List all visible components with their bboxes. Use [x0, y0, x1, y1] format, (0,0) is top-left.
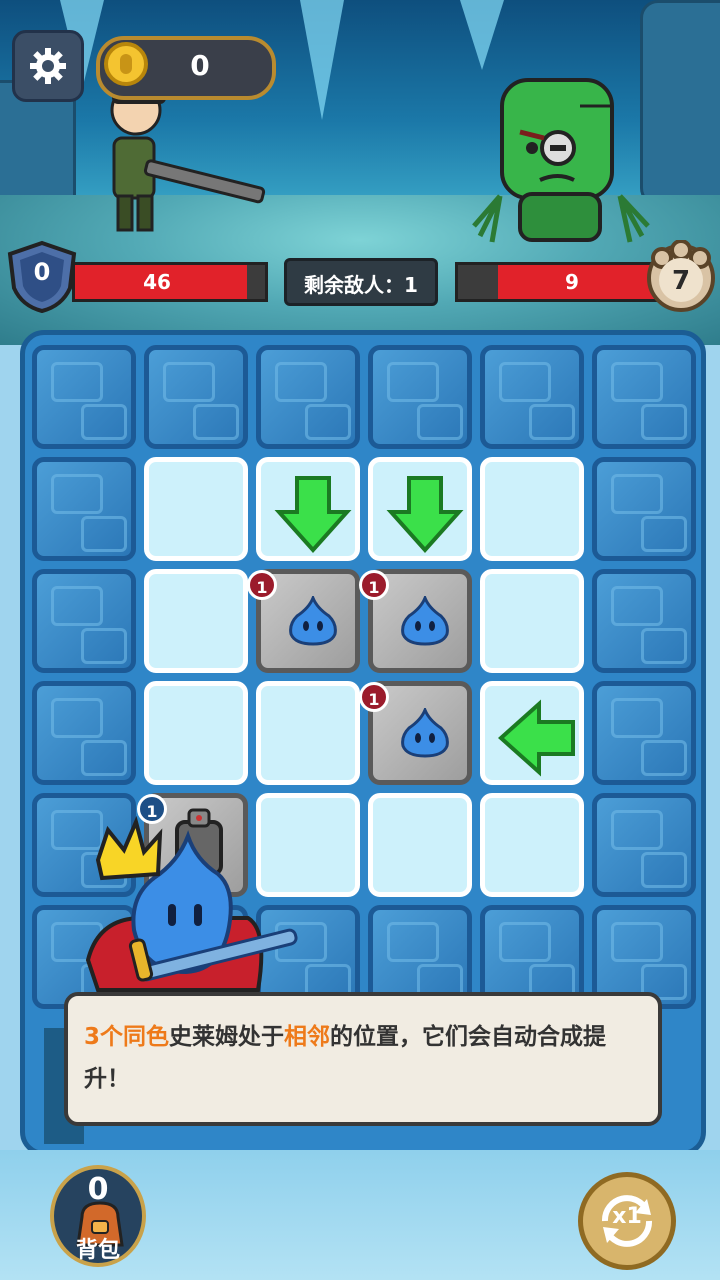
board-cell-open[interactable]	[480, 569, 584, 673]
board-cell-blocked	[32, 681, 136, 785]
slime-icon	[289, 596, 337, 646]
board-cell-open[interactable]	[256, 457, 360, 561]
bag-count: 0	[87, 1172, 109, 1207]
board-cell-blocked	[592, 681, 696, 785]
speed-label: x1	[612, 1204, 642, 1229]
stalactite	[460, 0, 504, 70]
board-cell-open[interactable]	[144, 681, 248, 785]
board-cell-open[interactable]	[480, 457, 584, 561]
slime-level-badge: 1	[359, 570, 389, 600]
board-cell-open[interactable]	[368, 457, 472, 561]
board-cell-blocked	[32, 569, 136, 673]
enemy-zombie	[472, 78, 650, 243]
board-cell-blocked	[592, 793, 696, 897]
coin-value: 0	[190, 49, 210, 82]
board-cell-open[interactable]	[368, 793, 472, 897]
board-cell-open[interactable]	[480, 681, 584, 785]
tutorial-text: 3个同色史莱姆处于相邻的位置，它们会自动合成提升！	[84, 1016, 644, 1100]
board-cell-blocked	[592, 569, 696, 673]
board-cell-open[interactable]	[144, 569, 248, 673]
board-cell-open[interactable]	[256, 681, 360, 785]
slime-level-badge: 1	[247, 570, 277, 600]
board-cell-blocked	[32, 345, 136, 449]
board-cell-blocked	[592, 345, 696, 449]
slime-icon	[401, 596, 449, 646]
plain-text: 史莱姆处于	[169, 1024, 285, 1050]
settings-button[interactable]	[12, 30, 84, 102]
board-cell-open[interactable]	[144, 457, 248, 561]
stalactite	[300, 0, 344, 120]
arrow-down-icon	[386, 476, 464, 553]
player-soldier	[110, 88, 266, 232]
board-cell-blocked	[144, 345, 248, 449]
shield-value: 0	[33, 258, 51, 286]
king-slime-mascot	[85, 815, 298, 992]
board-cell-blocked	[368, 345, 472, 449]
board-cell-blocked	[32, 457, 136, 561]
enemy-level: 7	[671, 266, 691, 296]
player-hp-value: 46	[143, 270, 171, 294]
board-cell-blocked	[480, 345, 584, 449]
highlight-text: 相邻	[284, 1024, 331, 1050]
slime-level-badge: 1	[359, 682, 389, 712]
highlight-text: 3个同色	[84, 1024, 170, 1050]
gear-icon	[30, 48, 66, 84]
enemy-hp-value: 9	[565, 270, 579, 294]
board-cell-blocked	[592, 457, 696, 561]
board-cell-open[interactable]	[480, 793, 584, 897]
coin-icon	[104, 42, 148, 86]
enemies-remaining: 剩余敌人：1	[284, 258, 438, 306]
arrow-down-icon	[274, 476, 352, 553]
bag-label: 背包	[75, 1238, 120, 1263]
board-cell-blocked	[256, 345, 360, 449]
arrow-left-icon	[498, 699, 575, 777]
slime-icon	[401, 708, 449, 758]
